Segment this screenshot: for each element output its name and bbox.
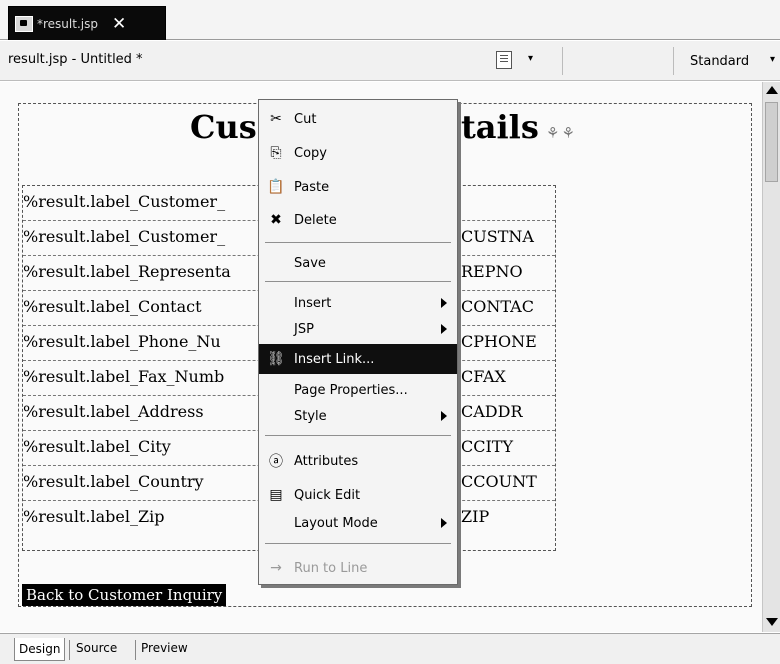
row-label: %result.label_Customer_ bbox=[23, 227, 226, 246]
tab-source[interactable]: Source bbox=[76, 641, 117, 655]
menu-item-label: Cut bbox=[294, 111, 317, 127]
menu-item-label: Attributes bbox=[294, 453, 359, 469]
menu-item-label: Insert Link... bbox=[294, 351, 375, 367]
menu-item-label: Save bbox=[294, 255, 326, 271]
menu-item-quick-edit[interactable]: ▤ Quick Edit bbox=[259, 480, 457, 510]
run-to-line-icon: → bbox=[270, 560, 282, 576]
jsp-file-icon bbox=[15, 15, 33, 32]
scroll-down-icon[interactable] bbox=[766, 618, 778, 626]
back-to-inquiry-link[interactable]: Back to Customer Inquiry bbox=[22, 584, 227, 606]
menu-item-copy[interactable]: ⎘ Copy bbox=[259, 138, 457, 168]
row-value: ZIP bbox=[461, 507, 490, 526]
menu-item-save[interactable]: Save bbox=[259, 248, 457, 278]
editor-view-tabs: Design Source Preview bbox=[0, 633, 780, 664]
attributes-icon: ⓐ bbox=[269, 454, 283, 470]
scroll-up-icon[interactable] bbox=[766, 86, 778, 94]
tab-design[interactable]: Design bbox=[14, 638, 66, 661]
row-value: CUSTNA bbox=[461, 227, 534, 246]
submenu-arrow-icon bbox=[441, 411, 447, 421]
row-label: %result.label_Country bbox=[23, 472, 204, 491]
menu-item-label: Style bbox=[294, 408, 327, 424]
row-value: CCOUNT bbox=[461, 472, 537, 491]
menu-item-insert-link[interactable]: ⛓ Insert Link... bbox=[259, 344, 457, 374]
row-label: %result.label_Customer_ bbox=[23, 192, 226, 211]
menu-separator bbox=[265, 281, 451, 282]
editor-tab-strip: *result.jsp ✕ bbox=[0, 0, 780, 40]
menu-item-paste[interactable]: 📋 Paste bbox=[259, 172, 457, 202]
submenu-arrow-icon bbox=[441, 518, 447, 528]
submenu-arrow-icon bbox=[441, 324, 447, 334]
quick-edit-icon: ▤ bbox=[269, 487, 283, 503]
tab-separator bbox=[135, 640, 136, 660]
menu-item-label: Run to Line bbox=[294, 560, 368, 576]
page-view-icon[interactable] bbox=[496, 51, 512, 69]
menu-item-layout-mode[interactable]: Layout Mode bbox=[259, 508, 457, 538]
chevron-down-icon[interactable]: ▾ bbox=[528, 53, 533, 64]
context-menu: ✂ Cut ⎘ Copy 📋 Paste ✖ Delete Save Inser… bbox=[258, 99, 458, 585]
menu-item-cut[interactable]: ✂ Cut bbox=[259, 104, 457, 134]
menu-item-label: Quick Edit bbox=[294, 487, 361, 503]
delete-icon: ✖ bbox=[270, 212, 282, 228]
close-icon[interactable]: ✕ bbox=[112, 14, 126, 34]
page-mode-select[interactable]: Standard bbox=[690, 54, 749, 69]
editor-tab-result-jsp[interactable]: *result.jsp ✕ bbox=[8, 6, 166, 40]
menu-item-label: JSP bbox=[294, 321, 314, 337]
menu-item-jsp[interactable]: JSP bbox=[259, 314, 457, 344]
menu-separator bbox=[265, 435, 451, 436]
menu-item-label: Insert bbox=[294, 295, 332, 311]
row-label: %result.label_City bbox=[23, 437, 171, 456]
menu-separator bbox=[265, 242, 451, 243]
menu-item-label: Paste bbox=[294, 179, 330, 195]
menu-item-delete[interactable]: ✖ Delete bbox=[259, 205, 457, 235]
row-label: %result.label_Address bbox=[23, 402, 204, 421]
menu-item-style[interactable]: Style bbox=[259, 401, 457, 431]
menu-item-run-to-line[interactable]: → Run to Line bbox=[259, 553, 457, 583]
submenu-arrow-icon bbox=[441, 298, 447, 308]
row-label: %result.label_Representa bbox=[23, 262, 231, 281]
editor-tab-title: *result.jsp bbox=[37, 16, 98, 31]
vertical-scrollbar[interactable] bbox=[762, 82, 780, 632]
scrollbar-thumb[interactable] bbox=[765, 102, 778, 182]
row-label: %result.label_Contact bbox=[23, 297, 202, 316]
toolbar-separator bbox=[562, 47, 563, 75]
row-value: CPHONE bbox=[461, 332, 537, 351]
toolbar-separator bbox=[673, 47, 674, 75]
paste-icon: 📋 bbox=[267, 179, 285, 195]
menu-item-label: Copy bbox=[294, 145, 327, 161]
menu-item-label: Layout Mode bbox=[294, 515, 378, 531]
chevron-down-icon[interactable]: ▾ bbox=[770, 54, 775, 65]
tab-separator bbox=[69, 640, 70, 660]
menu-item-label: Page Properties... bbox=[294, 382, 408, 398]
row-value: CONTAC bbox=[461, 297, 534, 316]
document-title: result.jsp - Untitled * bbox=[8, 52, 143, 67]
page-title-continued: tails bbox=[461, 108, 539, 146]
row-value: REPNO bbox=[461, 262, 523, 281]
page-title: Cus bbox=[190, 108, 257, 146]
scissors-icon: ✂ bbox=[270, 111, 282, 127]
link-icon: ⛓ bbox=[267, 351, 285, 367]
tab-preview[interactable]: Preview bbox=[141, 641, 188, 655]
row-value: CFAX bbox=[461, 367, 506, 386]
row-value: CADDR bbox=[461, 402, 523, 421]
row-label: %result.label_Phone_Nu bbox=[23, 332, 221, 351]
menu-item-attributes[interactable]: ⓐ Attributes bbox=[259, 446, 457, 476]
row-label: %result.label_Zip bbox=[23, 507, 165, 526]
editor-toolbar: result.jsp - Untitled * ▾ Standard ▾ bbox=[0, 41, 780, 81]
tag-marker-icon: ⚘⚘ bbox=[546, 124, 577, 142]
menu-item-label: Delete bbox=[294, 212, 337, 228]
copy-icon: ⎘ bbox=[270, 145, 282, 161]
menu-separator bbox=[265, 543, 451, 544]
row-value: CCITY bbox=[461, 437, 514, 456]
row-label: %result.label_Fax_Numb bbox=[23, 367, 225, 386]
